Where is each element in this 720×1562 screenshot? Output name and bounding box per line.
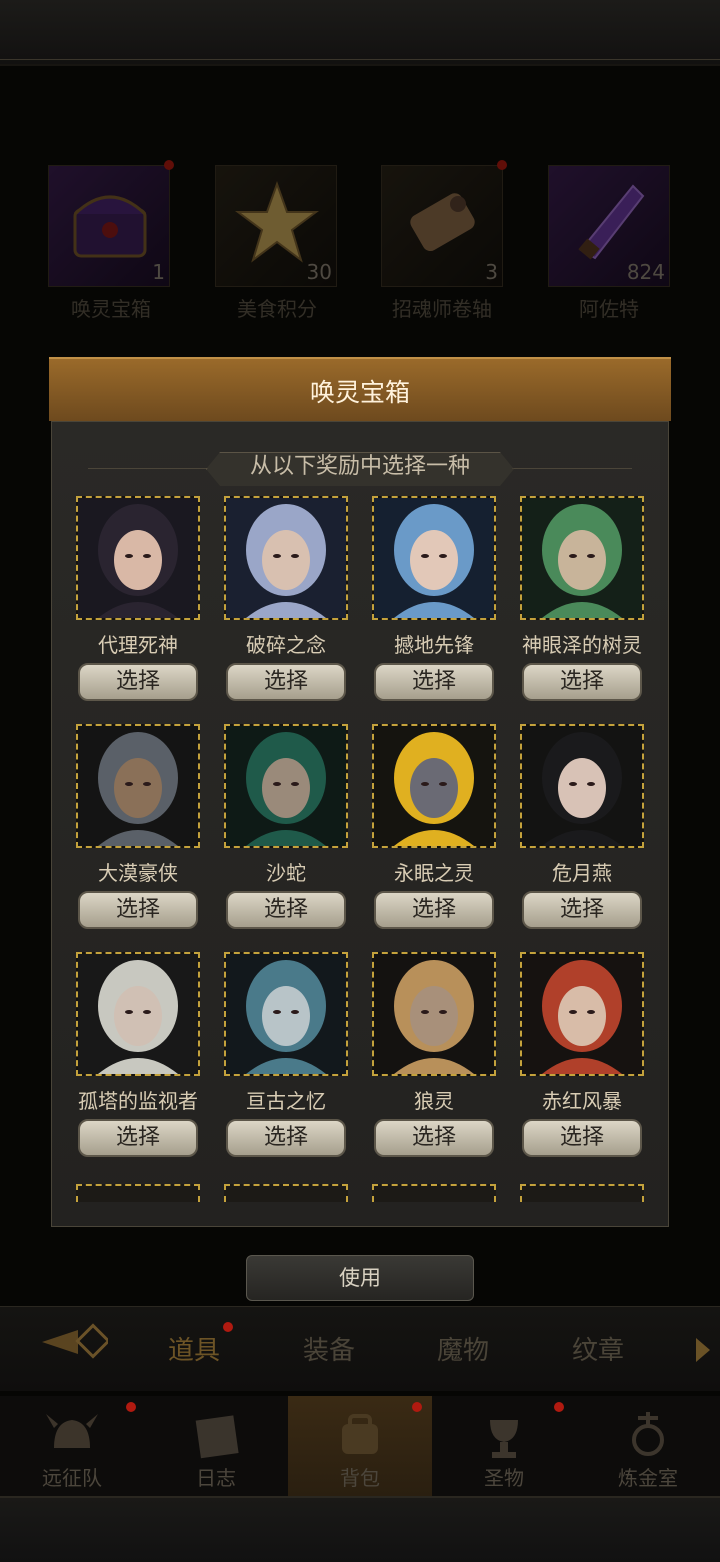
back-arrow-icon[interactable] xyxy=(38,1322,108,1362)
tab-emblems[interactable]: 纹章 xyxy=(572,1330,624,1367)
portrait-frame-partial xyxy=(224,1184,348,1202)
bottom-frame xyxy=(0,1496,720,1562)
hero-portrait[interactable] xyxy=(372,724,496,848)
nav-label: 日志 xyxy=(196,1466,236,1490)
select-button[interactable]: 选择 xyxy=(78,663,198,701)
portrait-art xyxy=(226,498,346,618)
hero-portrait[interactable] xyxy=(76,496,200,620)
hero-name: 危月燕 xyxy=(552,861,612,885)
tab-monsters[interactable]: 魔物 xyxy=(437,1330,489,1367)
select-button[interactable]: 选择 xyxy=(374,1119,494,1157)
modal-title: 唤灵宝箱 xyxy=(309,378,410,407)
hero-portrait[interactable] xyxy=(520,952,644,1076)
hero-portrait[interactable] xyxy=(224,496,348,620)
hero-name: 孤塔的监视者 xyxy=(78,1089,198,1113)
select-button[interactable]: 选择 xyxy=(78,891,198,929)
notification-dot xyxy=(554,1402,564,1412)
select-button[interactable]: 选择 xyxy=(226,663,346,701)
nav-label: 背包 xyxy=(340,1466,380,1490)
nav-relics[interactable]: 圣物 xyxy=(432,1396,576,1496)
nav-alchemy[interactable]: 炼金室 xyxy=(576,1396,720,1496)
hero-portrait[interactable] xyxy=(372,952,496,1076)
portrait-art xyxy=(226,954,346,1074)
notification-dot xyxy=(412,1402,422,1412)
chalice-icon xyxy=(490,1420,518,1458)
select-button[interactable]: 选择 xyxy=(522,891,642,929)
portrait-art xyxy=(78,726,198,846)
hero-portrait[interactable] xyxy=(224,724,348,848)
nav-journal[interactable]: 日志 xyxy=(144,1396,288,1496)
use-button[interactable]: 使用 xyxy=(246,1255,474,1301)
portrait-art xyxy=(226,726,346,846)
portrait-art xyxy=(374,498,494,618)
chevron-right-icon[interactable] xyxy=(696,1338,710,1362)
hero-name: 赤红风暴 xyxy=(542,1089,622,1113)
portrait-frame-partial xyxy=(372,1184,496,1202)
hero-name: 代理死神 xyxy=(98,633,178,657)
portrait-art xyxy=(78,954,198,1074)
nav-label: 圣物 xyxy=(484,1466,524,1490)
nav-backpack[interactable]: 背包 xyxy=(288,1396,432,1496)
tab-items[interactable]: 道具 xyxy=(168,1330,220,1367)
alchemy-icon xyxy=(632,1412,664,1456)
top-bar xyxy=(0,0,720,66)
portrait-art xyxy=(522,954,642,1074)
modal-subtitle: 从以下奖励中选择一种 xyxy=(249,454,470,479)
select-button[interactable]: 选择 xyxy=(374,891,494,929)
hero-name: 沙蛇 xyxy=(266,861,306,885)
hero-name: 大漠豪侠 xyxy=(98,861,178,885)
select-button[interactable]: 选择 xyxy=(226,1119,346,1157)
nav-expedition[interactable]: 远征队 xyxy=(0,1396,144,1496)
portrait-art xyxy=(522,498,642,618)
journal-icon xyxy=(195,1415,239,1459)
select-button[interactable]: 选择 xyxy=(78,1119,198,1157)
hero-portrait[interactable] xyxy=(224,952,348,1076)
hero-portrait[interactable] xyxy=(76,952,200,1076)
hero-name: 神眼泽的树灵 xyxy=(522,633,642,657)
helmet-icon xyxy=(46,1414,98,1448)
portrait-art xyxy=(78,498,198,618)
portrait-art xyxy=(374,726,494,846)
backpack-icon xyxy=(342,1414,378,1454)
select-button[interactable]: 选择 xyxy=(522,1119,642,1157)
portrait-frame-partial xyxy=(76,1184,200,1202)
select-button[interactable]: 选择 xyxy=(522,663,642,701)
nav-label: 远征队 xyxy=(42,1466,102,1490)
hero-portrait[interactable] xyxy=(76,724,200,848)
hero-portrait[interactable] xyxy=(520,724,644,848)
select-button[interactable]: 选择 xyxy=(226,891,346,929)
hero-name: 亘古之忆 xyxy=(246,1089,326,1113)
portrait-art xyxy=(522,726,642,846)
hero-portrait[interactable] xyxy=(372,496,496,620)
notification-dot xyxy=(223,1322,233,1332)
tab-equipment[interactable]: 装备 xyxy=(303,1330,355,1367)
hero-name: 破碎之念 xyxy=(246,633,326,657)
hero-name: 撼地先锋 xyxy=(394,633,474,657)
portrait-art xyxy=(374,954,494,1074)
modal-header: 唤灵宝箱 xyxy=(49,357,671,421)
hero-name: 狼灵 xyxy=(414,1089,454,1113)
notification-dot xyxy=(126,1402,136,1412)
nav-label: 炼金室 xyxy=(618,1466,678,1490)
portrait-frame-partial xyxy=(520,1184,644,1202)
hero-name: 永眠之灵 xyxy=(394,861,474,885)
hero-portrait[interactable] xyxy=(520,496,644,620)
select-button[interactable]: 选择 xyxy=(374,663,494,701)
